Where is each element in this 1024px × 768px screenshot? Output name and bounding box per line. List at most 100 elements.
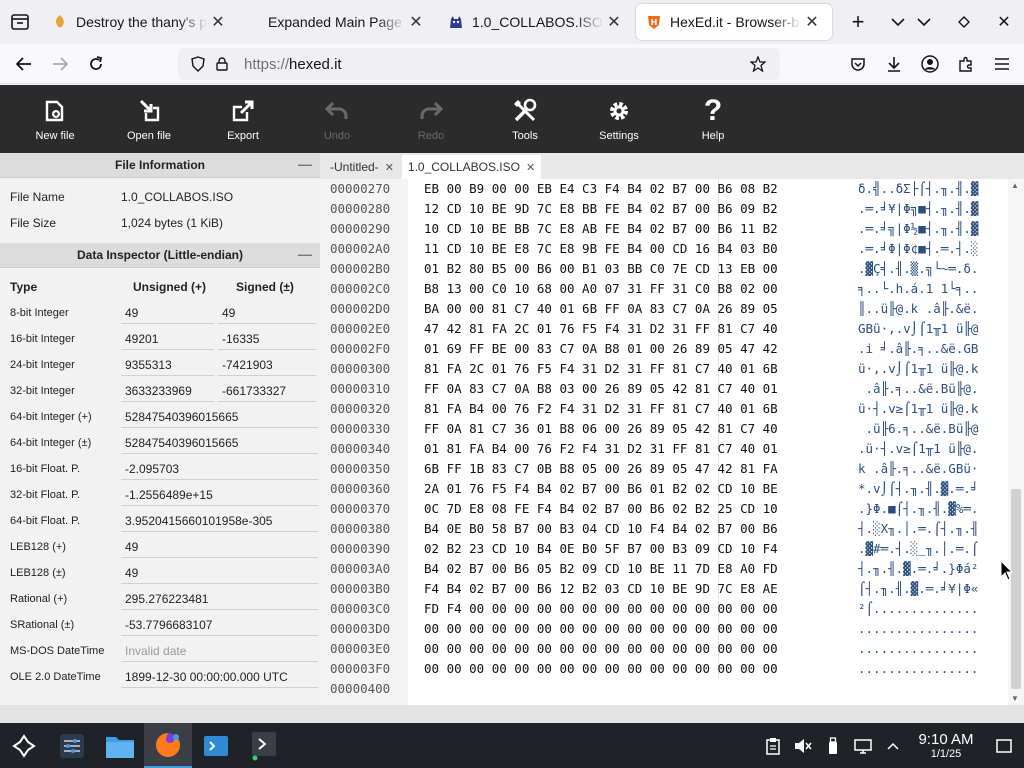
pocket-button[interactable] <box>840 48 876 80</box>
inspector-value-field[interactable]: 1899-12-30 00:00:00.000 UTC <box>121 666 318 688</box>
hex-bytes-row[interactable]: 10 CD 10 BE BB 7C E8 AB FE B4 02 B7 00 B… <box>424 219 778 239</box>
hex-bytes-row[interactable]: 2A 01 76 F5 F4 B4 02 B7 00 B6 01 B2 02 C… <box>424 479 778 499</box>
url-bar[interactable]: https://hexed.it <box>178 48 780 80</box>
hex-bytes-row[interactable]: FF 0A 83 C7 0A B8 03 00 26 89 05 42 81 C… <box>424 379 778 399</box>
hex-bytes-row[interactable]: B8 13 00 C0 10 68 00 A0 07 31 FF 31 C0 B… <box>424 279 778 299</box>
hex-bytes-row[interactable]: 6B FF 1B 83 C7 0B B8 05 00 26 89 05 47 4… <box>424 459 778 479</box>
account-button[interactable] <box>912 48 948 80</box>
doc-tab-untitled[interactable]: -Untitled- ✕ <box>324 155 400 179</box>
ascii-row[interactable]: .═.╛¥|Φ╗■┤.╖.╢.▓ <box>858 199 978 219</box>
back-button[interactable] <box>6 48 42 80</box>
forward-button[interactable] <box>42 48 78 80</box>
redo-button[interactable]: Redo <box>386 85 476 153</box>
inspector-unsigned-field[interactable]: 49 <box>121 302 214 324</box>
browser-tab-2[interactable]: 1.0_COLLABOS.ISO - ✕ <box>438 4 634 40</box>
close-window-button[interactable]: ✕ <box>984 0 1024 44</box>
inspector-signed-field[interactable]: 49 <box>218 302 316 324</box>
inspector-value-field[interactable]: 295.276223481 <box>121 588 318 610</box>
clock[interactable]: 9:10 AM 1/1/25 <box>908 731 984 760</box>
hex-bytes-row[interactable]: 00 00 00 00 00 00 00 00 00 00 00 00 00 0… <box>424 619 778 639</box>
ascii-row[interactable]: .}Φ.■⌠┤.╖.╢.▓%═. <box>858 499 978 519</box>
app-launcher-button[interactable] <box>0 723 48 768</box>
browser-tab-1[interactable]: Expanded Main Page ✕ <box>240 4 436 40</box>
downloads-button[interactable] <box>876 48 912 80</box>
ascii-row[interactable]: ²⌠.............. <box>858 599 978 619</box>
inspector-unsigned-field[interactable]: 49201 <box>121 328 214 350</box>
scroll-up-icon[interactable]: ▲ <box>1011 181 1019 190</box>
inspector-value-field[interactable]: Invalid date <box>121 640 318 662</box>
terminal-task[interactable] <box>240 723 288 768</box>
inspector-value-field[interactable]: 3.9520415660101958e-305 <box>121 510 318 532</box>
inspector-value-field[interactable]: 52847540396015665 <box>121 432 318 454</box>
file-manager-task[interactable] <box>96 723 144 768</box>
data-inspector-header[interactable]: Data Inspector (Little-endian) — <box>0 243 320 268</box>
open-file-button[interactable]: Open file <box>104 85 194 153</box>
show-desktop-button[interactable] <box>984 723 1024 768</box>
hex-bytes-row[interactable]: 12 CD 10 BE 9D 7C E8 BB FE B4 02 B7 00 B… <box>424 199 778 219</box>
volume-tray-button[interactable] <box>788 723 818 768</box>
ascii-row[interactable]: GBü·,.v⌡⌠1╥1 ü╟@ <box>858 319 978 339</box>
ascii-column[interactable]: δ.╣..δΣ├⌠┤.╖.╢.▓ .═.╛¥|Φ╗■┤.╖.╢.▓ .═.╛╗|Φ½… <box>852 179 1002 705</box>
inspector-value-field[interactable]: -1.2556489e+15 <box>121 484 318 506</box>
ascii-row[interactable]: ................ <box>858 619 978 639</box>
ascii-row[interactable]: δ.╣..δΣ├⌠┤.╖.╢.▓ <box>858 179 978 199</box>
tab-close-icon[interactable]: ✕ <box>604 12 624 32</box>
vertical-scrollbar[interactable]: ▲ ▼ <box>1008 179 1024 705</box>
tray-expand-button[interactable] <box>878 723 908 768</box>
close-icon[interactable]: ✕ <box>385 161 394 174</box>
hex-bytes-row[interactable]: 01 B2 80 B5 00 B6 00 B1 03 BB C0 7E CD 1… <box>424 259 778 279</box>
collapse-icon[interactable]: — <box>298 246 312 262</box>
hex-bytes-row[interactable]: FD F4 00 00 00 00 00 00 00 00 00 00 00 0… <box>424 599 778 619</box>
extensions-button[interactable] <box>948 48 984 80</box>
settings-button[interactable]: Settings <box>574 85 664 153</box>
ascii-row[interactable]: ╕..└.h.á.1 1└╕.. <box>858 279 978 299</box>
ascii-row[interactable]: .ü·┤.v≥⌠1╥1 ü╟@. <box>858 439 978 459</box>
ascii-row[interactable]: .▓#═.┤.░_╖.│.═.⌠ <box>858 539 978 559</box>
hex-bytes-row[interactable]: 01 69 FF BE 00 83 C7 0A B8 01 00 26 89 0… <box>424 339 778 359</box>
hex-bytes-row[interactable]: 00 00 00 00 00 00 00 00 00 00 00 00 00 0… <box>424 659 778 679</box>
ascii-row[interactable]: .ü╟6.╕..&ë.Bü╟@ <box>858 419 979 439</box>
tab-close-icon[interactable]: ✕ <box>802 12 822 32</box>
new-file-button[interactable]: New file <box>10 85 100 153</box>
ascii-row[interactable]: *.v⌡⌠┤.╖.╢.▓.═.╛ <box>858 479 978 499</box>
inspector-signed-field[interactable]: -661733327 <box>218 380 316 402</box>
inspector-signed-field[interactable]: -16335 <box>218 328 316 350</box>
ascii-row[interactable]: .i ╛.â╟.╕..&ë.GB <box>858 339 978 359</box>
minimize-window-button[interactable] <box>904 0 944 44</box>
hex-bytes-row[interactable]: 00 00 00 00 00 00 00 00 00 00 00 00 00 0… <box>424 639 778 659</box>
hex-grid[interactable]: 00000270 00000280 00000290 000002A0 000002B0… <box>320 179 1008 705</box>
menu-button[interactable] <box>984 48 1020 80</box>
hex-bytes-row[interactable]: F4 B4 02 B7 00 B6 12 B2 03 CD 10 BE 9D 7… <box>424 579 778 599</box>
hex-bytes-row[interactable]: EB 00 B9 00 00 EB E4 C3 F4 B4 02 B7 00 B… <box>424 179 778 199</box>
export-button[interactable]: Export <box>198 85 288 153</box>
file-information-header[interactable]: File Information — <box>0 153 320 178</box>
hex-bytes-row[interactable]: B4 0E B0 58 B7 00 B3 04 CD 10 F4 B4 02 B… <box>424 519 778 539</box>
new-tab-button[interactable]: + <box>838 0 878 44</box>
reload-button[interactable] <box>78 48 114 80</box>
inspector-signed-field[interactable]: -7421903 <box>218 354 316 376</box>
ascii-row[interactable]: .═.╛╗|Φ½■┤.╖.╢.▓ <box>858 219 978 239</box>
lock-icon[interactable] <box>210 52 234 76</box>
help-button[interactable]: ? Help <box>668 85 758 153</box>
ascii-row[interactable]: ⌠┤.╖.╢.▓.═.╛¥|Φ« <box>858 579 978 599</box>
clipboard-tray-button[interactable] <box>758 723 788 768</box>
ascii-row[interactable]: .▓Ç╡.╢.▒.╗└~═.δ. <box>858 259 978 279</box>
system-settings-task[interactable] <box>48 723 96 768</box>
vscode-task[interactable] <box>192 723 240 768</box>
firefox-task[interactable] <box>144 723 192 768</box>
tab-close-icon[interactable]: ✕ <box>208 12 228 32</box>
scrollbar-thumb[interactable] <box>1011 489 1021 689</box>
hex-bytes-row[interactable]: 0C 7D E8 08 FE F4 B4 02 B7 00 B6 02 B2 2… <box>424 499 778 519</box>
hex-bytes-row[interactable]: 81 FA 2C 01 76 F5 F4 31 D2 31 FF 81 C7 4… <box>424 359 778 379</box>
inspector-unsigned-field[interactable]: 9355313 <box>121 354 214 376</box>
hex-bytes-row[interactable]: FF 0A 81 C7 36 01 B8 06 00 26 89 05 42 8… <box>424 419 778 439</box>
ascii-row[interactable]: ┤.░X╖.│.═.⌠┤.╖.╢ <box>858 519 978 539</box>
maximize-window-button[interactable] <box>944 0 984 44</box>
ascii-row[interactable]: ................ <box>858 659 978 679</box>
tools-button[interactable]: Tools <box>480 85 570 153</box>
inspector-value-field[interactable]: -2.095703 <box>121 458 318 480</box>
hex-bytes-row[interactable]: 01 81 FA B4 00 76 F2 F4 31 D2 31 FF 81 C… <box>424 439 778 459</box>
ascii-row[interactable]: ................ <box>858 639 978 659</box>
hex-bytes-row[interactable]: 81 FA B4 00 76 F2 F4 31 D2 31 FF 81 C7 4… <box>424 399 778 419</box>
undo-button[interactable]: Undo <box>292 85 382 153</box>
